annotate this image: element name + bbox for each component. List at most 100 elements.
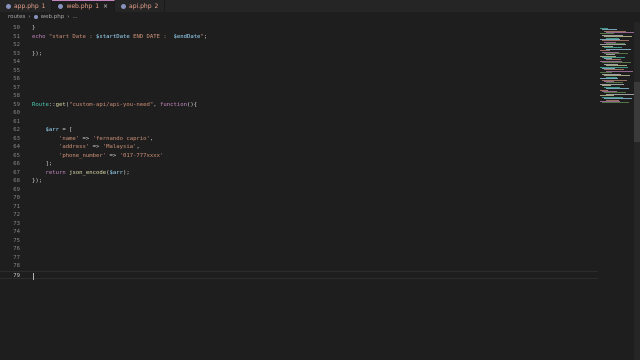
scrollbar-thumb[interactable] bbox=[634, 82, 640, 142]
line-code: return json_encode($arr); bbox=[45, 169, 130, 176]
line-number: 78 bbox=[13, 263, 20, 269]
line-code: }); bbox=[32, 50, 43, 57]
php-file-icon bbox=[6, 3, 11, 9]
breadcrumb-file[interactable]: web.php bbox=[41, 14, 65, 20]
line-code: Route::get("custom-api/api-you-need", fu… bbox=[32, 101, 198, 108]
tab-web-php[interactable]: web.php 1 × bbox=[52, 0, 116, 12]
line-number: 55 bbox=[13, 67, 20, 74]
minimap-line bbox=[602, 40, 629, 41]
breadcrumb-symbol[interactable]: ... bbox=[72, 14, 77, 20]
line-code: }); bbox=[32, 178, 43, 184]
code-line[interactable]: 50} bbox=[0, 24, 598, 33]
line-number: 62 bbox=[13, 127, 20, 133]
problem-count: 1 bbox=[41, 2, 46, 10]
line-number: 58 bbox=[13, 93, 20, 99]
tab-label: web.php bbox=[66, 3, 93, 10]
line-code: 'name' => 'fernando caprio', bbox=[58, 135, 154, 142]
line-number: 66 bbox=[13, 161, 20, 167]
code-line[interactable]: 70 bbox=[0, 194, 598, 203]
minimap-line bbox=[606, 59, 621, 60]
minimap-line bbox=[604, 75, 630, 76]
code-line[interactable]: 61 bbox=[0, 118, 598, 127]
code-line[interactable]: 75 bbox=[0, 237, 598, 246]
line-number: 79 bbox=[13, 272, 20, 279]
text-cursor bbox=[33, 272, 34, 280]
php-file-icon bbox=[33, 15, 38, 19]
code-line[interactable]: 78 bbox=[0, 262, 598, 271]
code-line[interactable]: 56 bbox=[0, 75, 598, 84]
tab-bar: app.php 1 web.php 1 × api.php 2 bbox=[0, 0, 640, 12]
code-editor[interactable]: 50} 51 echo "start Date : $startDate END D… bbox=[0, 24, 598, 360]
code-line[interactable]: 53}); bbox=[0, 50, 598, 59]
minimap-line bbox=[600, 33, 614, 34]
code-line[interactable]: 79 bbox=[0, 270, 598, 280]
minimap-line bbox=[604, 98, 632, 99]
code-line[interactable]: 58 bbox=[0, 92, 598, 101]
code-line[interactable]: 71 bbox=[0, 203, 598, 212]
line-number: 57 bbox=[13, 84, 20, 91]
code-line[interactable]: 52 bbox=[0, 41, 598, 50]
problem-count: 1 bbox=[95, 3, 100, 10]
code-line[interactable]: 77 bbox=[0, 254, 598, 263]
breadcrumb-folder[interactable]: routes bbox=[8, 14, 25, 20]
code-line[interactable]: 69 bbox=[0, 186, 598, 195]
tab-api-php[interactable]: api.php 2 bbox=[115, 0, 166, 12]
line-code: } bbox=[32, 25, 36, 31]
tab-app-php[interactable]: app.php 1 bbox=[0, 0, 53, 12]
code-line[interactable]: 57 bbox=[0, 84, 598, 93]
line-number: 53 bbox=[13, 50, 20, 57]
tab-label: app.php bbox=[14, 2, 39, 10]
line-number: 67 bbox=[13, 169, 20, 176]
line-number: 61 bbox=[13, 118, 20, 125]
code-line[interactable]: 72 bbox=[0, 211, 598, 220]
code-line[interactable]: 73 bbox=[0, 220, 598, 229]
minimap-line bbox=[600, 44, 626, 45]
code-line[interactable]: 63 'name' => 'fernando caprio', bbox=[0, 135, 598, 144]
minimap-line bbox=[600, 95, 614, 96]
code-line[interactable]: 54 bbox=[0, 58, 598, 67]
minimap-line bbox=[604, 92, 626, 93]
line-number: 51 bbox=[13, 33, 20, 40]
minimap-line bbox=[606, 54, 615, 55]
code-line[interactable]: 60 bbox=[0, 109, 598, 118]
line-number: 73 bbox=[13, 220, 20, 227]
code-line[interactable]: 68}); bbox=[0, 177, 598, 186]
line-number: 76 bbox=[13, 246, 20, 252]
code-line[interactable]: 55 bbox=[0, 67, 598, 76]
minimap-line bbox=[602, 62, 631, 63]
code-line[interactable]: 67 return json_encode($arr); bbox=[0, 169, 598, 178]
line-number: 52 bbox=[13, 42, 20, 48]
code-line[interactable]: 59 Route::get("custom-api/api-you-need", … bbox=[0, 101, 598, 110]
line-code: 'phone_number' => '017-777xxxx' bbox=[58, 152, 164, 159]
vertical-scrollbar[interactable] bbox=[634, 22, 640, 360]
code-line[interactable]: 76 bbox=[0, 245, 598, 254]
line-number: 60 bbox=[13, 110, 20, 116]
minimap-line bbox=[604, 47, 622, 48]
minimap-line bbox=[606, 82, 623, 83]
code-line[interactable]: 62 $arr = [ bbox=[0, 126, 598, 135]
minimap-line bbox=[606, 88, 629, 89]
code-line[interactable]: 66 ]; bbox=[0, 160, 598, 169]
minimap-line bbox=[600, 72, 612, 73]
minimap-line bbox=[602, 29, 617, 30]
line-number: 71 bbox=[13, 203, 20, 210]
code-line[interactable]: 51 echo "start Date : $startDate END DATE… bbox=[0, 33, 598, 42]
code-line[interactable]: 65 'phone_number' => '017-777xxxx' bbox=[0, 152, 598, 161]
close-icon[interactable]: × bbox=[103, 3, 108, 10]
code-line[interactable]: 74 bbox=[0, 228, 598, 237]
line-number: 72 bbox=[13, 212, 20, 218]
php-file-icon bbox=[121, 3, 127, 9]
line-number: 70 bbox=[13, 195, 20, 201]
line-code: $arr = [ bbox=[45, 127, 73, 133]
minimap-line bbox=[600, 78, 618, 79]
line-code: echo "start Date : $startDate END DATE :… bbox=[32, 33, 208, 40]
line-number: 68 bbox=[13, 178, 20, 184]
minimap-line bbox=[606, 65, 627, 66]
tab-label: api.php bbox=[129, 2, 152, 10]
line-number: 59 bbox=[13, 101, 20, 108]
minimap-line bbox=[604, 36, 632, 37]
line-code: 'address' => 'Malaysia', bbox=[58, 144, 140, 150]
line-number: 65 bbox=[13, 152, 20, 159]
minimap-line bbox=[602, 102, 629, 103]
code-line[interactable]: 64 'address' => 'Malaysia', bbox=[0, 143, 598, 152]
